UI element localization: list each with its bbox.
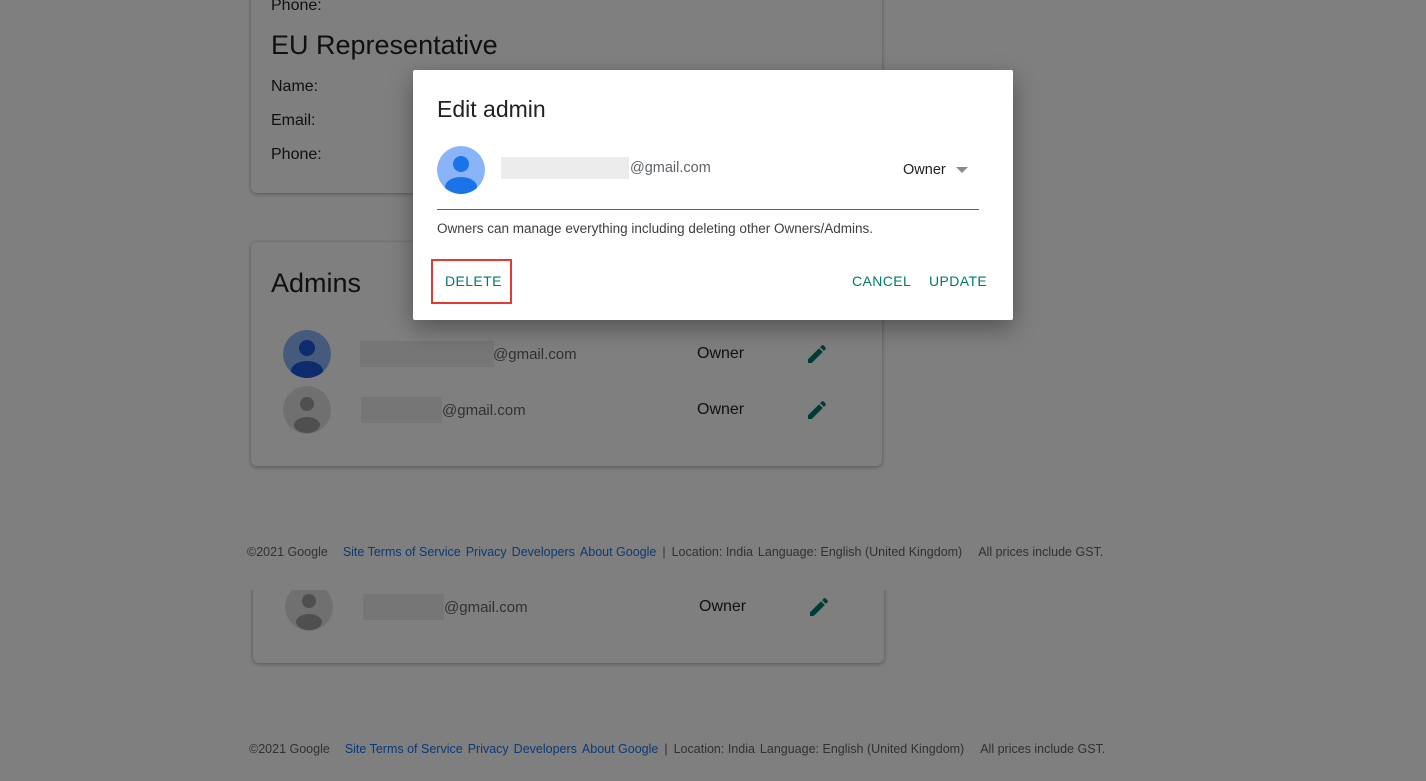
update-button[interactable]: UPDATE	[929, 273, 987, 289]
caret-down-icon	[955, 167, 968, 173]
role-helper-text: Owners can manage everything including d…	[437, 221, 873, 236]
cancel-button[interactable]: CANCEL	[852, 273, 911, 289]
role-select[interactable]: Owner	[903, 159, 968, 181]
edit-admin-dialog: Edit admin @gmail.com Owner Owners can m…	[413, 70, 1013, 320]
dialog-email: @gmail.com	[630, 160, 711, 176]
dialog-title: Edit admin	[437, 96, 546, 122]
role-select-underline	[437, 209, 979, 210]
role-select-value: Owner	[903, 162, 946, 178]
email-redaction	[501, 157, 629, 179]
person-icon	[437, 146, 485, 194]
delete-highlight-box	[431, 259, 512, 304]
